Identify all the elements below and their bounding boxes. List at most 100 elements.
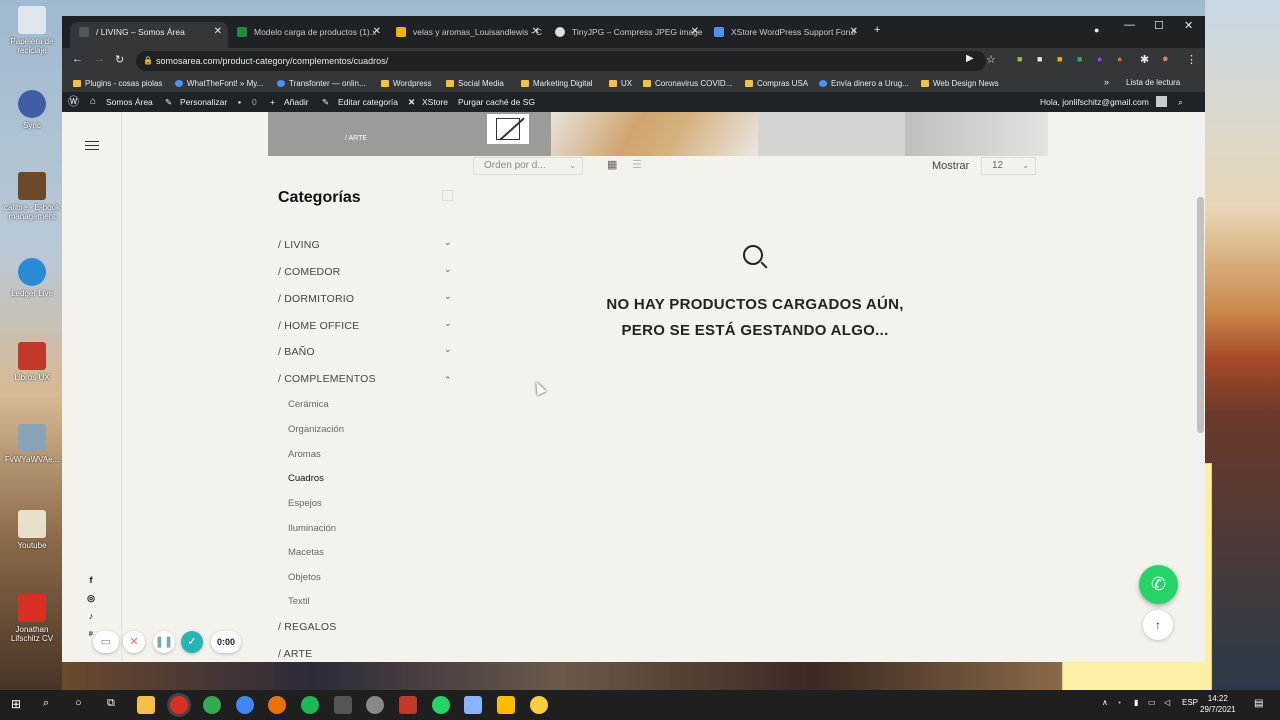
tab-sheets[interactable]: Modelo carga de productos (1).x ✕ bbox=[228, 22, 387, 48]
app-icon[interactable] bbox=[530, 696, 548, 714]
language-indicator[interactable]: ESP bbox=[1182, 698, 1198, 707]
banner-tile-image[interactable] bbox=[551, 112, 758, 156]
whatsapp-button[interactable]: ✆ bbox=[1139, 565, 1178, 604]
bookmark-item[interactable]: Transfonter — onlin... bbox=[276, 76, 366, 91]
subcategory-textil[interactable]: Textil bbox=[288, 596, 310, 607]
account-greeting[interactable]: Hola, jonlifschitz@gmail.com bbox=[1040, 92, 1149, 112]
show-hidden-icons-icon[interactable]: ∧ bbox=[1102, 698, 1108, 707]
sticky-notes-icon[interactable] bbox=[497, 696, 515, 714]
cancel-recording-button[interactable]: ✕ bbox=[123, 631, 145, 653]
comments-icon[interactable]: ▪ bbox=[238, 92, 241, 112]
extension-icon[interactable]: ● bbox=[1117, 54, 1122, 64]
bookmark-item[interactable]: Envía dinero a Urug... bbox=[818, 76, 909, 91]
category-living[interactable]: / LIVING ⌄ bbox=[278, 237, 452, 251]
subcategory-objetos[interactable]: Objetos bbox=[288, 572, 321, 583]
tray-icon[interactable]: ▪ bbox=[1118, 698, 1121, 707]
chevron-down-icon[interactable]: ⌄ bbox=[444, 237, 452, 248]
wordpress-logo-icon[interactable]: Ⓦ bbox=[68, 92, 79, 112]
bookmark-item[interactable]: Coronavirus COVID... bbox=[642, 76, 732, 91]
bookmark-item[interactable]: UX bbox=[608, 76, 632, 91]
banner-tile-image[interactable] bbox=[905, 112, 1048, 156]
bookmark-item[interactable]: Compras USA bbox=[744, 76, 808, 91]
category-complementos[interactable]: / COMPLEMENTOS ⌃ bbox=[278, 373, 452, 385]
chevron-down-icon[interactable]: ⌄ bbox=[444, 264, 452, 275]
reload-icon[interactable]: ↻ bbox=[115, 53, 124, 66]
menu-dots-icon[interactable]: ⋮ bbox=[1186, 53, 1197, 66]
back-icon[interactable]: ← bbox=[72, 53, 83, 65]
list-view-icon[interactable]: ☰ bbox=[632, 158, 642, 171]
address-bar[interactable]: 🔒 somosarea.com/product-category/compleme… bbox=[136, 51, 986, 71]
close-tab-icon[interactable]: ✕ bbox=[532, 22, 540, 42]
desktop-icon-youtube[interactable]: Youtube bbox=[2, 510, 62, 550]
close-tab-icon[interactable]: ✕ bbox=[691, 22, 699, 42]
finish-recording-button[interactable]: ✓ bbox=[181, 631, 203, 653]
subcategory-organizacion[interactable]: Organización bbox=[288, 424, 344, 435]
category-bano[interactable]: / BAÑO ⌄ bbox=[278, 344, 452, 358]
extension-icon[interactable]: ● bbox=[1097, 54, 1102, 64]
subcategory-macetas[interactable]: Macetas bbox=[288, 547, 324, 558]
bookmark-item[interactable]: Plugins - cosas piolas bbox=[72, 76, 162, 91]
add-new-link[interactable]: Añadir bbox=[284, 92, 309, 112]
task-view-icon[interactable]: ⧉ bbox=[107, 697, 115, 710]
per-page-select[interactable]: 12 ⌄ bbox=[981, 157, 1036, 175]
subcategory-ceramica[interactable]: Cerámica bbox=[288, 399, 329, 410]
chevron-up-icon[interactable]: ⌃ bbox=[444, 375, 452, 386]
subcategory-cuadros[interactable]: Cuadros bbox=[288, 473, 324, 484]
chrome-icon[interactable] bbox=[170, 696, 188, 714]
search-icon[interactable]: ⌕ bbox=[1178, 92, 1183, 112]
avatar[interactable]: ● bbox=[1162, 53, 1169, 65]
file-explorer-icon[interactable] bbox=[137, 696, 155, 714]
bookmark-item[interactable]: Marketing Digital bbox=[520, 76, 593, 91]
desktop-icon-ledger[interactable]: Ledger Live bbox=[2, 258, 62, 298]
category-dormitorio[interactable]: / DORMITORIO ⌄ bbox=[278, 291, 452, 305]
category-regalos[interactable]: / REGALOS bbox=[278, 621, 336, 633]
firefox-icon[interactable] bbox=[268, 696, 286, 714]
close-tab-icon[interactable]: ✕ bbox=[850, 22, 858, 42]
sort-select[interactable]: Orden por d... ⌄ bbox=[473, 157, 583, 175]
camera-icon[interactable]: ▶ bbox=[966, 53, 974, 64]
xstore-link[interactable]: XStore bbox=[422, 92, 448, 112]
chrome-profile-icon[interactable] bbox=[203, 696, 221, 714]
desktop-icon-pdf-cv[interactable]: Jonathan Lifschitz CV bbox=[2, 594, 62, 643]
desktop-icon-recycle-bin[interactable]: Papelera de reciclaje bbox=[2, 6, 62, 55]
close-tab-icon[interactable]: ✕ bbox=[214, 22, 222, 42]
chevron-down-icon[interactable]: ⌄ bbox=[444, 318, 452, 329]
scrollbar-thumb[interactable] bbox=[1197, 197, 1204, 433]
tab-drive[interactable]: velas y aromas_Louisandlewis - C ✕ bbox=[387, 22, 546, 48]
back-to-top-button[interactable]: ↑ bbox=[1143, 610, 1173, 640]
system-clock[interactable]: 14:22 29/7/2021 bbox=[1200, 693, 1236, 715]
subcategory-aromas[interactable]: Aromas bbox=[288, 449, 321, 460]
minimize-icon[interactable]: — bbox=[1124, 19, 1135, 31]
notifications-icon[interactable]: ▤ bbox=[1254, 698, 1263, 709]
search-icon[interactable]: ⌕ bbox=[43, 697, 49, 710]
maximize-icon[interactable]: ☐ bbox=[1154, 19, 1164, 32]
pause-recording-button[interactable]: ❚❚ bbox=[153, 631, 175, 653]
webcam-toggle-icon[interactable]: ▭ bbox=[93, 631, 119, 653]
edit-category-link[interactable]: Editar categoría bbox=[338, 92, 398, 112]
grid-view-icon[interactable]: ▦ bbox=[607, 158, 617, 171]
close-tab-icon[interactable]: ✕ bbox=[373, 22, 381, 42]
collapse-widget-icon[interactable] bbox=[442, 190, 453, 201]
tab-somos-area[interactable]: / LIVING – Somos Área ✕ bbox=[70, 22, 228, 48]
site-name-link[interactable]: Somos Área bbox=[106, 92, 153, 112]
profile-menu-icon[interactable]: ● bbox=[1094, 25, 1099, 35]
extension-icon[interactable]: ■ bbox=[1077, 54, 1082, 64]
bookmark-item[interactable]: WhatTheFont! » My... bbox=[174, 76, 263, 91]
subcategory-espejos[interactable]: Espejos bbox=[288, 498, 322, 509]
desktop-icon-sync[interactable]: Sync bbox=[2, 90, 62, 130]
tab-tinyjpg[interactable]: TinyJPG – Compress JPEG image ✕ bbox=[546, 22, 705, 48]
network-icon[interactable]: ▭ bbox=[1148, 698, 1156, 707]
bookmark-item[interactable]: Social Media bbox=[445, 76, 504, 91]
new-tab-icon[interactable]: + bbox=[874, 24, 880, 36]
customize-link[interactable]: Personalizar bbox=[180, 92, 227, 112]
reading-list[interactable]: Lista de lectura bbox=[1126, 78, 1180, 87]
whatsapp-icon[interactable] bbox=[432, 696, 450, 714]
app-icon[interactable] bbox=[464, 696, 482, 714]
purge-cache-link[interactable]: Purgar caché de SG bbox=[458, 92, 535, 112]
desktop-icon-libros-ux[interactable]: Libros UX bbox=[2, 342, 62, 382]
bookmark-item[interactable]: Wordpress bbox=[380, 76, 432, 91]
close-window-icon[interactable]: ✕ bbox=[1184, 19, 1193, 32]
tiktok-icon[interactable]: ♪ bbox=[86, 611, 96, 621]
windows-start-icon[interactable]: ⊞ bbox=[11, 697, 21, 711]
extension-icon[interactable]: ■ bbox=[1037, 54, 1042, 64]
